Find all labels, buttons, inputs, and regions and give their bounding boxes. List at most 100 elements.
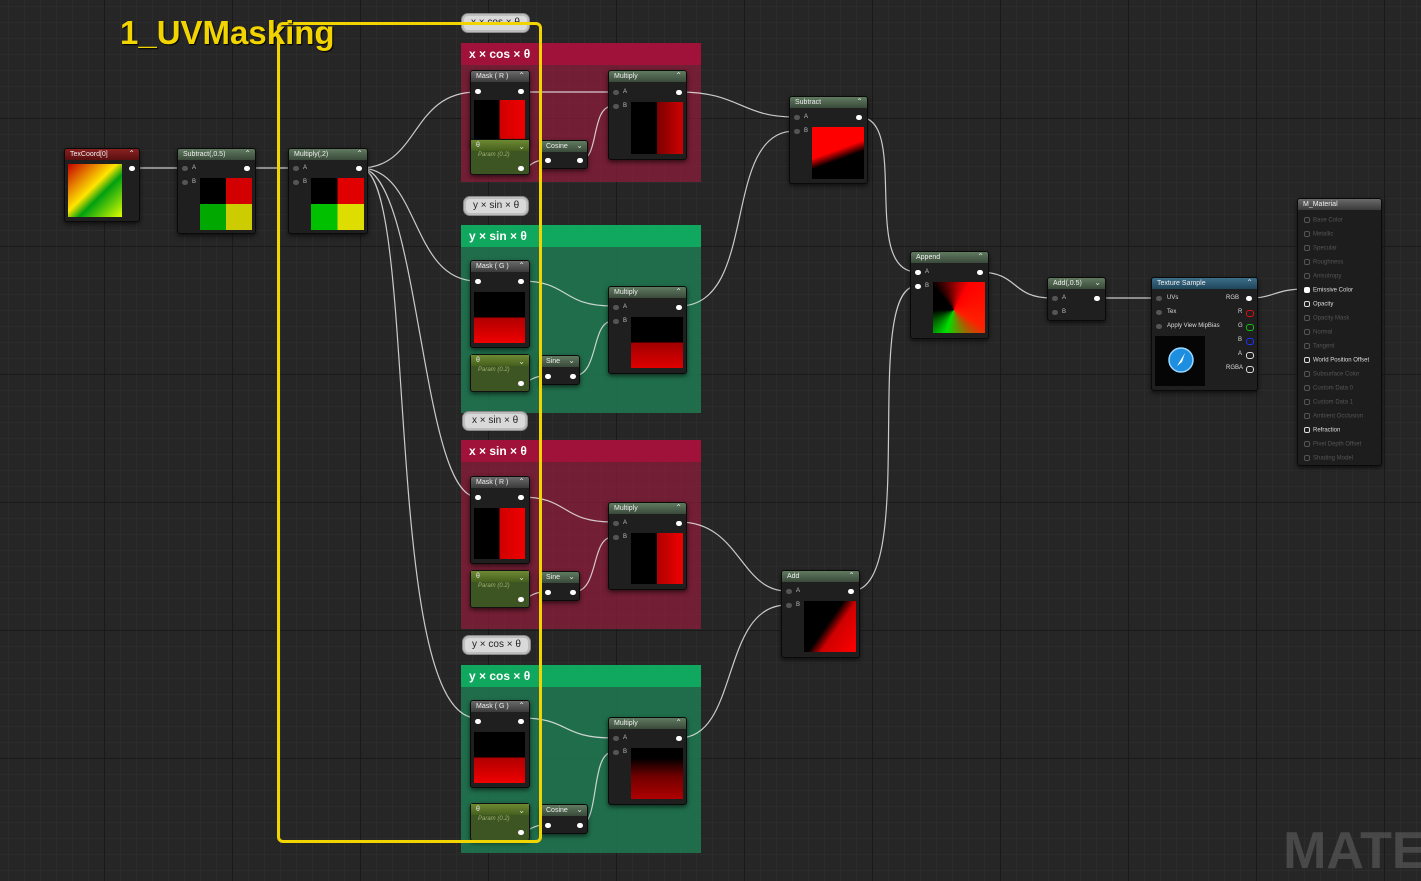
multiply-node[interactable]: Multiply ⌃ A B (608, 717, 687, 805)
chevron-down-icon[interactable]: ⌄ (518, 806, 525, 815)
input-pin[interactable] (475, 279, 481, 284)
multiply-node[interactable]: Multiply ⌃ A B (608, 70, 687, 160)
chevron-down-icon[interactable]: ⌄ (1094, 278, 1101, 287)
texcoord-node[interactable]: TexCoord[0] ⌃ (64, 148, 140, 222)
material-pin-base-color[interactable]: Base Color (1304, 217, 1343, 224)
add-half-node[interactable]: Add(,0.5) ⌄ A B (1047, 277, 1106, 321)
input-pin-a[interactable] (613, 521, 619, 526)
chevron-down-icon[interactable]: ⌄ (518, 573, 525, 582)
output-pin[interactable] (518, 830, 524, 835)
output-pin[interactable] (676, 736, 682, 741)
append-node[interactable]: Append ⌃ A B (910, 251, 989, 339)
input-pin[interactable] (545, 823, 551, 828)
output-pin[interactable] (848, 589, 854, 594)
chevron-up-icon[interactable]: ⌃ (848, 571, 855, 580)
output-pin[interactable] (518, 89, 524, 94)
output-pin[interactable] (518, 166, 524, 171)
material-pin-opacity[interactable]: Opacity (1304, 301, 1333, 308)
cosine-node[interactable]: Cosine ⌄ (540, 804, 588, 834)
chevron-up-icon[interactable]: ⌃ (977, 252, 984, 261)
multiply-node[interactable]: Multiply ⌃ A B (608, 286, 687, 374)
chevron-up-icon[interactable]: ⌃ (1246, 278, 1253, 287)
input-pin-b[interactable] (613, 750, 619, 755)
output-pin-b[interactable] (1246, 338, 1254, 345)
texture-sample-node[interactable]: Texture Sample ⌃ UVs Tex Apply View MipB… (1151, 277, 1258, 391)
comment-bubble[interactable]: x × sin × θ (462, 411, 529, 431)
mask-g-node[interactable]: Mask ( G ) ⌃ (470, 700, 530, 788)
theta-param-node[interactable]: θ ⌄ Param (0.2) (470, 803, 530, 841)
sine-node[interactable]: Sine ⌄ (540, 571, 580, 601)
output-pin[interactable] (577, 823, 583, 828)
output-pin[interactable] (676, 305, 682, 310)
mask-r-node[interactable]: Mask ( R ) ⌃ (470, 70, 530, 147)
input-pin-a[interactable] (1052, 296, 1058, 301)
chevron-up-icon[interactable]: ⌃ (675, 503, 682, 512)
input-pin-b[interactable] (182, 180, 188, 185)
input-pin-a[interactable] (794, 115, 800, 120)
output-pin[interactable] (518, 279, 524, 284)
material-pin-anisotropy[interactable]: Anisotropy (1304, 273, 1341, 280)
chevron-up-icon[interactable]: ⌃ (856, 97, 863, 106)
chevron-up-icon[interactable]: ⌃ (244, 149, 251, 158)
output-pin[interactable] (1094, 296, 1100, 301)
input-pin-a[interactable] (293, 166, 299, 171)
comment-bubble[interactable]: x × cos × θ (461, 13, 530, 33)
chevron-up-icon[interactable]: ⌃ (675, 718, 682, 727)
output-pin[interactable] (518, 495, 524, 500)
output-pin[interactable] (518, 381, 524, 386)
output-pin[interactable] (518, 597, 524, 602)
input-pin-a[interactable] (786, 589, 792, 594)
input-pin[interactable] (545, 590, 551, 595)
add-node[interactable]: Add ⌃ A B (781, 570, 860, 658)
output-pin[interactable] (676, 521, 682, 526)
chevron-up-icon[interactable]: ⌃ (128, 149, 135, 158)
mask-r-node[interactable]: Mask ( R ) ⌃ (470, 476, 530, 564)
material-pin-normal[interactable]: Normal (1304, 329, 1332, 336)
chevron-up-icon[interactable]: ⌃ (675, 287, 682, 296)
output-pin[interactable] (977, 270, 983, 275)
material-pin-specular[interactable]: Specular (1304, 245, 1337, 252)
chevron-up-icon[interactable]: ⌃ (518, 701, 525, 710)
input-pin[interactable] (545, 158, 551, 163)
output-pin-g[interactable] (1246, 324, 1254, 331)
output-pin-a[interactable] (1246, 352, 1254, 359)
material-pin-custom-data-0[interactable]: Custom Data 0 (1304, 385, 1353, 392)
chevron-down-icon[interactable]: ⌄ (518, 142, 525, 151)
theta-param-node[interactable]: θ ⌄ Param (0.2) (470, 354, 530, 392)
input-pin-a[interactable] (915, 270, 921, 275)
input-pin-b[interactable] (613, 319, 619, 324)
material-pin-custom-data-1[interactable]: Custom Data 1 (1304, 399, 1353, 406)
material-pin-opacity-mask[interactable]: Opacity Mask (1304, 315, 1349, 322)
input-pin-a[interactable] (613, 90, 619, 95)
material-pin-world-position-offset[interactable]: World Position Offset (1304, 357, 1369, 364)
input-pin-b[interactable] (915, 284, 921, 289)
output-pin[interactable] (570, 374, 576, 379)
comment-bubble[interactable]: y × cos × θ (462, 635, 531, 655)
input-pin-b[interactable] (613, 535, 619, 540)
theta-param-node[interactable]: θ ⌄ Param (0.2) (470, 570, 530, 608)
input-pin-tex[interactable] (1156, 310, 1162, 315)
input-pin-b[interactable] (1052, 310, 1058, 315)
output-pin[interactable] (570, 590, 576, 595)
input-pin-a[interactable] (613, 305, 619, 310)
sine-node[interactable]: Sine ⌄ (540, 355, 580, 385)
output-pin[interactable] (129, 166, 135, 171)
multiply-two-node[interactable]: Multiply(,2) ⌃ A B (288, 148, 368, 234)
material-pin-refraction[interactable]: Refraction (1304, 427, 1340, 434)
chevron-down-icon[interactable]: ⌄ (518, 357, 525, 366)
material-pin-roughness[interactable]: Roughness (1304, 259, 1343, 266)
material-pin-tangent[interactable]: Tangent (1304, 343, 1334, 350)
input-pin-mipbias[interactable] (1156, 324, 1162, 329)
input-pin-b[interactable] (794, 129, 800, 134)
output-pin[interactable] (856, 115, 862, 120)
input-pin-b[interactable] (293, 180, 299, 185)
material-output-node[interactable]: M_Material Base Color Metallic Specular … (1297, 198, 1382, 466)
chevron-up-icon[interactable]: ⌃ (356, 149, 363, 158)
input-pin[interactable] (545, 374, 551, 379)
input-pin-b[interactable] (613, 104, 619, 109)
comment-bubble[interactable]: y × sin × θ (463, 196, 530, 216)
input-pin-a[interactable] (182, 166, 188, 171)
subtract-half-node[interactable]: Subtract(,0.5) ⌃ A B (177, 148, 256, 234)
chevron-down-icon[interactable]: ⌄ (568, 572, 575, 581)
input-pin[interactable] (475, 89, 481, 94)
